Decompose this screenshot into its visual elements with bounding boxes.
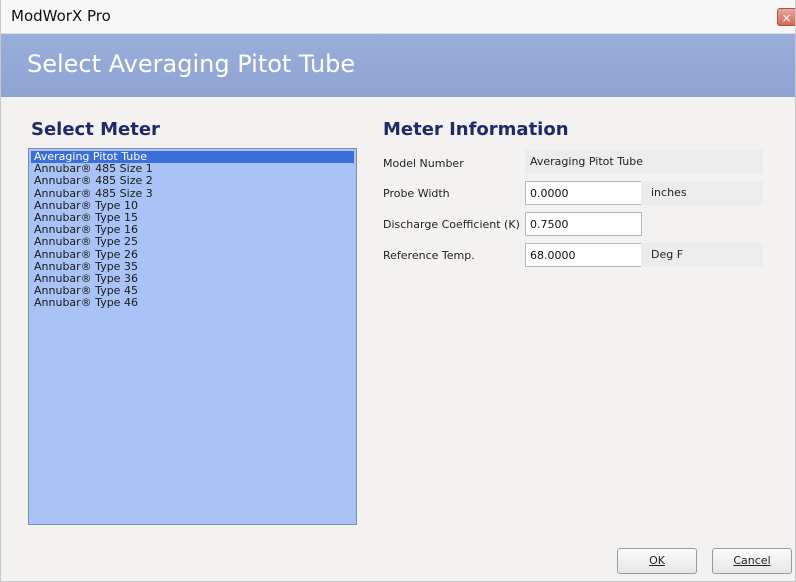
model-number-label: Model Number [383,157,464,170]
discharge-coefficient-input[interactable] [525,212,642,236]
close-button[interactable]: × [777,8,795,26]
meter-list-item[interactable]: Annubar® Type 25 [31,236,354,248]
select-meter-title: Select Meter [31,119,160,140]
ok-button[interactable]: OK [617,548,697,574]
probe-width-label: Probe Width [383,187,450,200]
meter-information-title: Meter Information [383,119,569,140]
meter-list-item[interactable]: Annubar® 485 Size 3 [31,187,354,200]
reference-temp-unit: Deg F [641,243,763,267]
header-banner: Select Averaging Pitot Tube [1,34,795,97]
title-bar: ModWorX Pro × [1,0,795,34]
ok-button-label: OK [649,554,665,567]
window-title: ModWorX Pro [11,7,111,25]
meter-listbox[interactable]: Averaging Pitot Tube Annubar® 485 Size 1A… [28,148,357,525]
cancel-button[interactable]: Cancel [712,548,792,574]
meter-list-item[interactable]: Annubar® Type 26 [31,248,354,261]
discharge-coefficient-label: Discharge Coefficient (K) [383,218,520,231]
page-title: Select Averaging Pitot Tube [27,50,356,78]
meter-list-item[interactable]: Annubar® Type 46 [31,297,354,309]
probe-width-input[interactable] [525,181,642,205]
probe-width-unit: inches [641,181,763,205]
meter-list-item[interactable]: Annubar® 485 Size 2 [31,175,354,187]
reference-temp-label: Reference Temp. [383,249,475,262]
dialog-window: ModWorX Pro × Select Averaging Pitot Tub… [0,0,796,582]
close-icon: × [781,11,792,25]
model-number-field: Averaging Pitot Tube [525,150,763,174]
reference-temp-input[interactable] [525,243,642,267]
cancel-button-label: Cancel [733,554,771,567]
